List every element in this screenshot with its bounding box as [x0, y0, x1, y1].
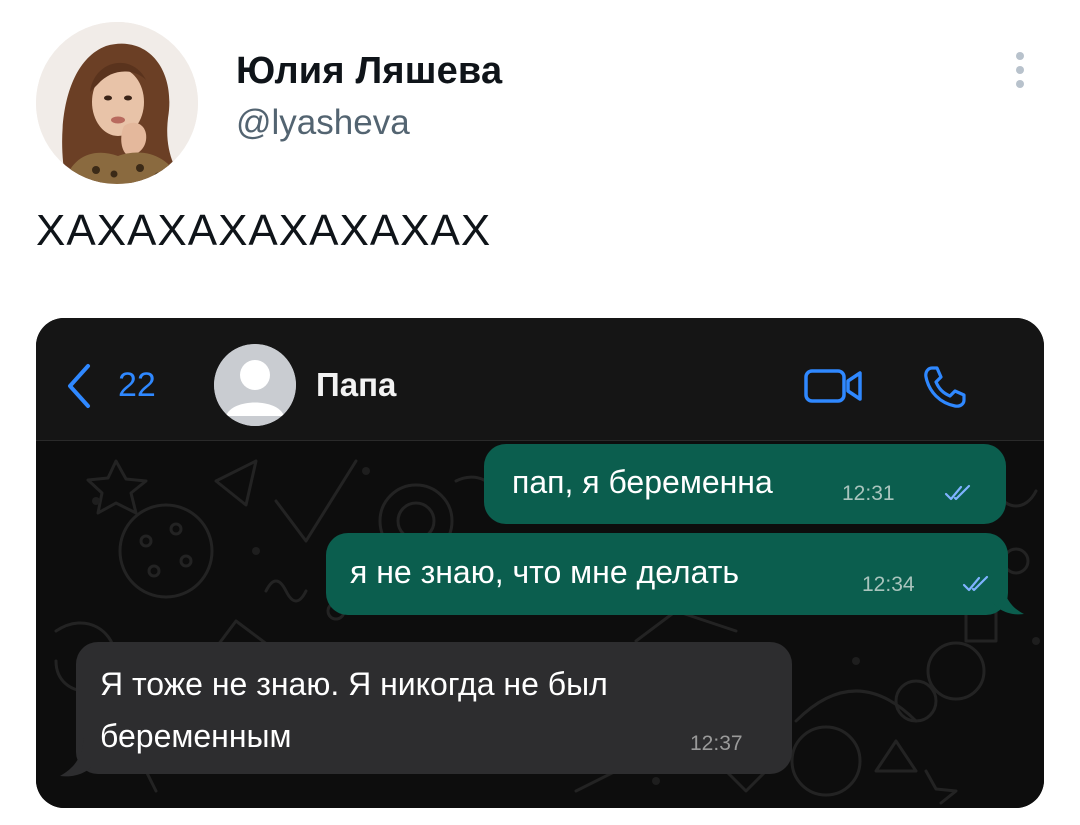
- author-name[interactable]: Юлия Ляшева: [236, 50, 502, 93]
- tweet-media-image[interactable]: 22 Папа пап, я беременна 12:31 я не знаю…: [36, 318, 1044, 808]
- bubble-tail: [60, 738, 94, 777]
- video-call-icon[interactable]: [804, 368, 864, 404]
- phone-icon[interactable]: [920, 362, 970, 412]
- back-unread-count[interactable]: 22: [118, 366, 156, 405]
- author-avatar[interactable]: [36, 22, 198, 184]
- message-time: 12:34: [862, 573, 915, 596]
- message-time: 12:31: [842, 482, 895, 505]
- message-time: 12:37: [690, 732, 743, 755]
- outgoing-message[interactable]: пап, я беременна 12:31: [484, 444, 1006, 524]
- double-check-icon: [944, 484, 971, 501]
- message-text: я не знаю, что мне делать: [350, 554, 740, 590]
- contact-avatar-icon[interactable]: [214, 344, 296, 426]
- chevron-left-icon[interactable]: [66, 362, 92, 410]
- tweet-text: ХАХАХАХАХАХАХАХ: [36, 206, 492, 255]
- incoming-message[interactable]: Я тоже не знаю. Я никогда не был беремен…: [76, 642, 792, 774]
- message-text: Я тоже не знаю. Я никогда не был беремен…: [100, 666, 608, 754]
- chat-header: 22 Папа: [36, 318, 1044, 441]
- message-text: пап, я беременна: [512, 464, 773, 500]
- outgoing-message[interactable]: я не знаю, что мне делать 12:34: [326, 533, 1008, 615]
- double-check-icon: [962, 575, 989, 592]
- bubble-tail: [992, 580, 1024, 615]
- contact-name[interactable]: Папа: [316, 366, 396, 404]
- author-handle[interactable]: @lyasheva: [236, 103, 410, 143]
- more-vertical-icon[interactable]: [1006, 50, 1034, 90]
